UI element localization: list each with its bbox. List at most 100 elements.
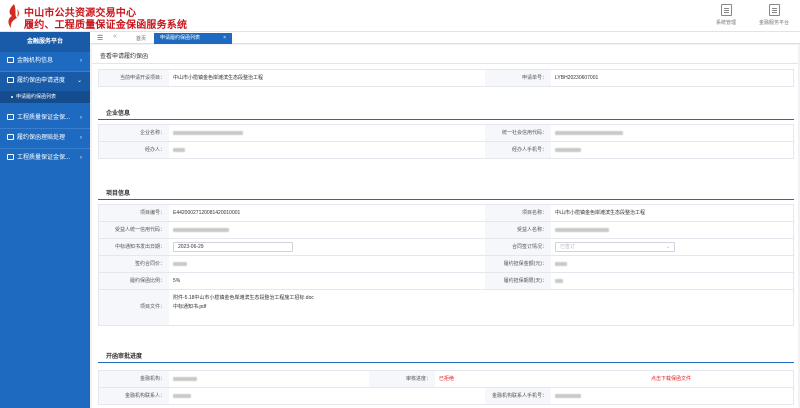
company-row-2: 经办人： 经办人手机号： [98, 141, 794, 159]
agent-value [169, 142, 185, 158]
sidebar-item-claims[interactable]: 履约保函理赔处理 › [0, 129, 90, 148]
review-label: 审核进度： [369, 371, 435, 387]
project-info-row-1: 项目编号： E44200027120081420010001 项目名称： 中山市… [98, 204, 794, 222]
collapse-icon[interactable]: « [113, 33, 117, 40]
close-icon[interactable]: × [223, 33, 226, 44]
perf-rate-label: 履约保函比例： [99, 273, 169, 289]
beneficiary-name-value [551, 222, 609, 238]
bank-contact-value [169, 388, 191, 404]
section-title-company: 企业信息 [106, 111, 131, 117]
chevron-right-icon: › [80, 135, 82, 141]
company-name-value [169, 125, 243, 141]
sidebar-item-perf-guarantee-progress[interactable]: 履约保函申请进度 ⌄ [0, 72, 90, 91]
bank-contact-phone-value [551, 388, 581, 404]
redacted-value [555, 261, 567, 266]
redacted-value [555, 393, 581, 398]
redacted-value [555, 147, 581, 152]
finance-platform-button[interactable]: 金融服务平台 [754, 4, 794, 26]
agent-phone-label: 经办人手机号： [485, 142, 551, 158]
hamburger-icon[interactable]: ☰ [97, 34, 103, 42]
project-info-row-2: 受益人统一信用代码： 受益人名称： [98, 221, 794, 239]
project-label: 当前申请开设项目： [99, 70, 169, 86]
menu-icon [7, 114, 14, 120]
sidebar-item-label: 工程质量保证金保... [17, 155, 71, 161]
perf-rate-value: 5% [173, 278, 181, 284]
contract-amount-value [169, 256, 187, 272]
redacted-value [173, 130, 243, 135]
redacted-value [173, 376, 197, 381]
chevron-down-icon: ⌄ [76, 78, 82, 84]
notice-date-input[interactable]: 2023-06-29 [173, 241, 293, 252]
redacted-value [173, 261, 187, 266]
document-icon [720, 4, 732, 16]
project-info-row-5: 履约保函比例： 5% 履约担保期限(天)： [98, 272, 794, 290]
notice-date-cell: 2023-06-29 [169, 239, 293, 255]
sidebar-subitem-apply-list[interactable]: 申请履约保函列表 [0, 91, 90, 103]
project-row: 当前申请开设项目： 中山市小榄镇金色岸滩滨生态段整治工程 申请单号： LYBH2… [98, 69, 794, 87]
chevron-right-icon: › [80, 58, 82, 64]
menu-icon [7, 134, 14, 140]
sidebar-item-label: 履约保函理赔处理 [17, 135, 66, 141]
redacted-value [555, 278, 563, 283]
sidebar-item-label: 金融机构信息 [17, 58, 54, 64]
perf-period-label: 履约担保期限(天)： [485, 273, 551, 289]
sidebar-item-label: 工程质量保证金保... [17, 115, 71, 121]
app-header: 中山市公共资源交易中心 履约、工程质量保证金保函服务系统 系统管理 金融服务平台 [0, 0, 800, 32]
system-management-button[interactable]: 系统管理 [706, 4, 746, 26]
contract-signed-cell: 已签订 ⌄ [551, 239, 675, 255]
bank-contact-label: 金融机构联系人： [99, 388, 169, 404]
project-files-row: 项目文件： 附件-5.18中山市小榄镇金色岸滩滨生态段整治工程施工招标.doc … [98, 289, 794, 326]
menu-icon [7, 77, 14, 83]
contract-amount-label: 签约合同价： [99, 256, 169, 272]
section-divider [98, 362, 794, 363]
project-name-value: 中山市小榄镇金色岸滩滨生态段整治工程 [555, 210, 646, 216]
project-file-link-2[interactable]: 中标通知书.pdf [169, 303, 206, 311]
system-title-line2: 履约、工程质量保证金保函服务系统 [24, 20, 188, 31]
sidebar-header: 金融服务平台 [0, 32, 90, 52]
section-title-progress: 开函审批进度 [106, 354, 143, 360]
redacted-value [173, 147, 185, 152]
chevron-right-icon: › [80, 155, 82, 161]
project-file-link-1[interactable]: 附件-5.18中山市小榄镇金色岸滩滨生态段整治工程施工招标.doc [169, 294, 314, 302]
tab-label: 申请履约保函列表 [160, 35, 201, 41]
select-placeholder: 已签订 [560, 243, 576, 250]
sidebar-item-quality-guarantee-2[interactable]: 工程质量保证金保... › [0, 149, 90, 168]
project-files-label: 项目文件： [99, 290, 169, 325]
project-info-row-3: 中标通知书发出日期： 2023-06-29 合同签订情况： 已签订 ⌄ [98, 238, 794, 256]
logo-icon [8, 4, 20, 28]
redacted-value [173, 227, 229, 232]
perf-amount-label: 履约担保金额(元)： [485, 256, 551, 272]
perf-period-value [551, 273, 563, 289]
agent-phone-value [551, 142, 581, 158]
system-management-label: 系统管理 [715, 20, 736, 26]
tab-home[interactable]: 首页 [136, 35, 146, 42]
progress-row-1: 金融机构： 审核进度： 已拒绝 点击下载保函文件 [98, 370, 794, 388]
download-guarantee-link[interactable]: 点击下载保函文件 [647, 371, 691, 387]
sidebar-item-finance-info[interactable]: 金融机构信息 › [0, 52, 90, 71]
sidebar: 金融服务平台 金融机构信息 › 履约保函申请进度 ⌄ 申请履约保函列表 工程质量… [0, 32, 90, 408]
section-divider [98, 199, 794, 200]
main-content: 查看申请履约保函 当前申请开设项目： 中山市小榄镇金色岸滩滨生态段整治工程 申请… [92, 45, 798, 408]
section-title-project: 项目信息 [106, 191, 131, 197]
bank-value [169, 371, 197, 387]
project-name-label: 项目名称： [485, 205, 551, 221]
credit-code-value [551, 125, 623, 141]
apply-no-label: 申请单号： [485, 70, 551, 86]
perf-amount-value [551, 256, 567, 272]
sidebar-item-quality-guarantee[interactable]: 工程质量保证金保... › [0, 109, 90, 128]
beneficiary-name-label: 受益人名称： [485, 222, 551, 238]
menu-icon [7, 57, 14, 63]
bank-label: 金融机构： [99, 371, 169, 387]
redacted-value [555, 227, 609, 232]
chevron-right-icon: › [80, 115, 82, 121]
page-title: 查看申请履约保函 [100, 54, 149, 60]
document-icon [768, 4, 780, 16]
credit-code-label: 统一社会信用代码： [485, 125, 551, 141]
chevron-down-icon: ⌄ [665, 243, 670, 250]
project-code-label: 项目编号： [99, 205, 169, 221]
contract-signed-select[interactable]: 已签订 ⌄ [555, 241, 675, 252]
finance-platform-label: 金融服务平台 [758, 20, 789, 26]
project-info-row-4: 签约合同价： 履约担保金额(元)： [98, 255, 794, 273]
tab-apply-list[interactable]: 申请履约保函列表 × [154, 33, 232, 44]
company-row-1: 企业名称： 统一社会信用代码： [98, 124, 794, 142]
